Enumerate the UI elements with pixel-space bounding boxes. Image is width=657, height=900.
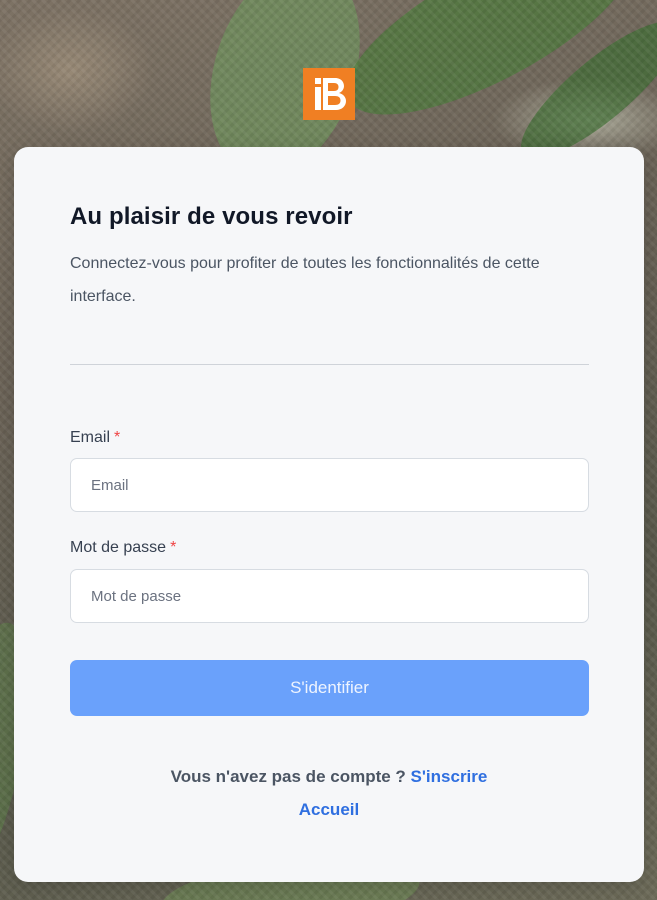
- email-label: Email *: [70, 429, 120, 447]
- login-button[interactable]: S'identifier: [70, 660, 589, 716]
- email-label-text: Email: [70, 429, 111, 446]
- login-card: Au plaisir de vous revoir Connectez-vous…: [14, 147, 644, 882]
- signup-line: Vous n'avez pas de compte ? S'inscrire: [14, 767, 644, 787]
- brand-logo: [303, 68, 355, 120]
- signup-link[interactable]: S'inscrire: [411, 767, 488, 786]
- required-mark: *: [114, 429, 121, 446]
- required-mark: *: [170, 539, 177, 556]
- brand-logo-icon: [315, 78, 346, 110]
- password-input[interactable]: [70, 569, 589, 623]
- home-link[interactable]: Accueil: [299, 800, 359, 819]
- page-subtitle: Connectez-vous pour profiter de toutes l…: [70, 255, 540, 305]
- password-label-text: Mot de passe: [70, 539, 167, 556]
- email-input[interactable]: [70, 458, 589, 512]
- password-label: Mot de passe *: [70, 539, 176, 557]
- divider: [70, 364, 589, 365]
- page-title: Au plaisir de vous revoir: [70, 203, 353, 230]
- signup-prompt: Vous n'avez pas de compte ?: [170, 767, 406, 786]
- home-line: Accueil: [14, 800, 644, 820]
